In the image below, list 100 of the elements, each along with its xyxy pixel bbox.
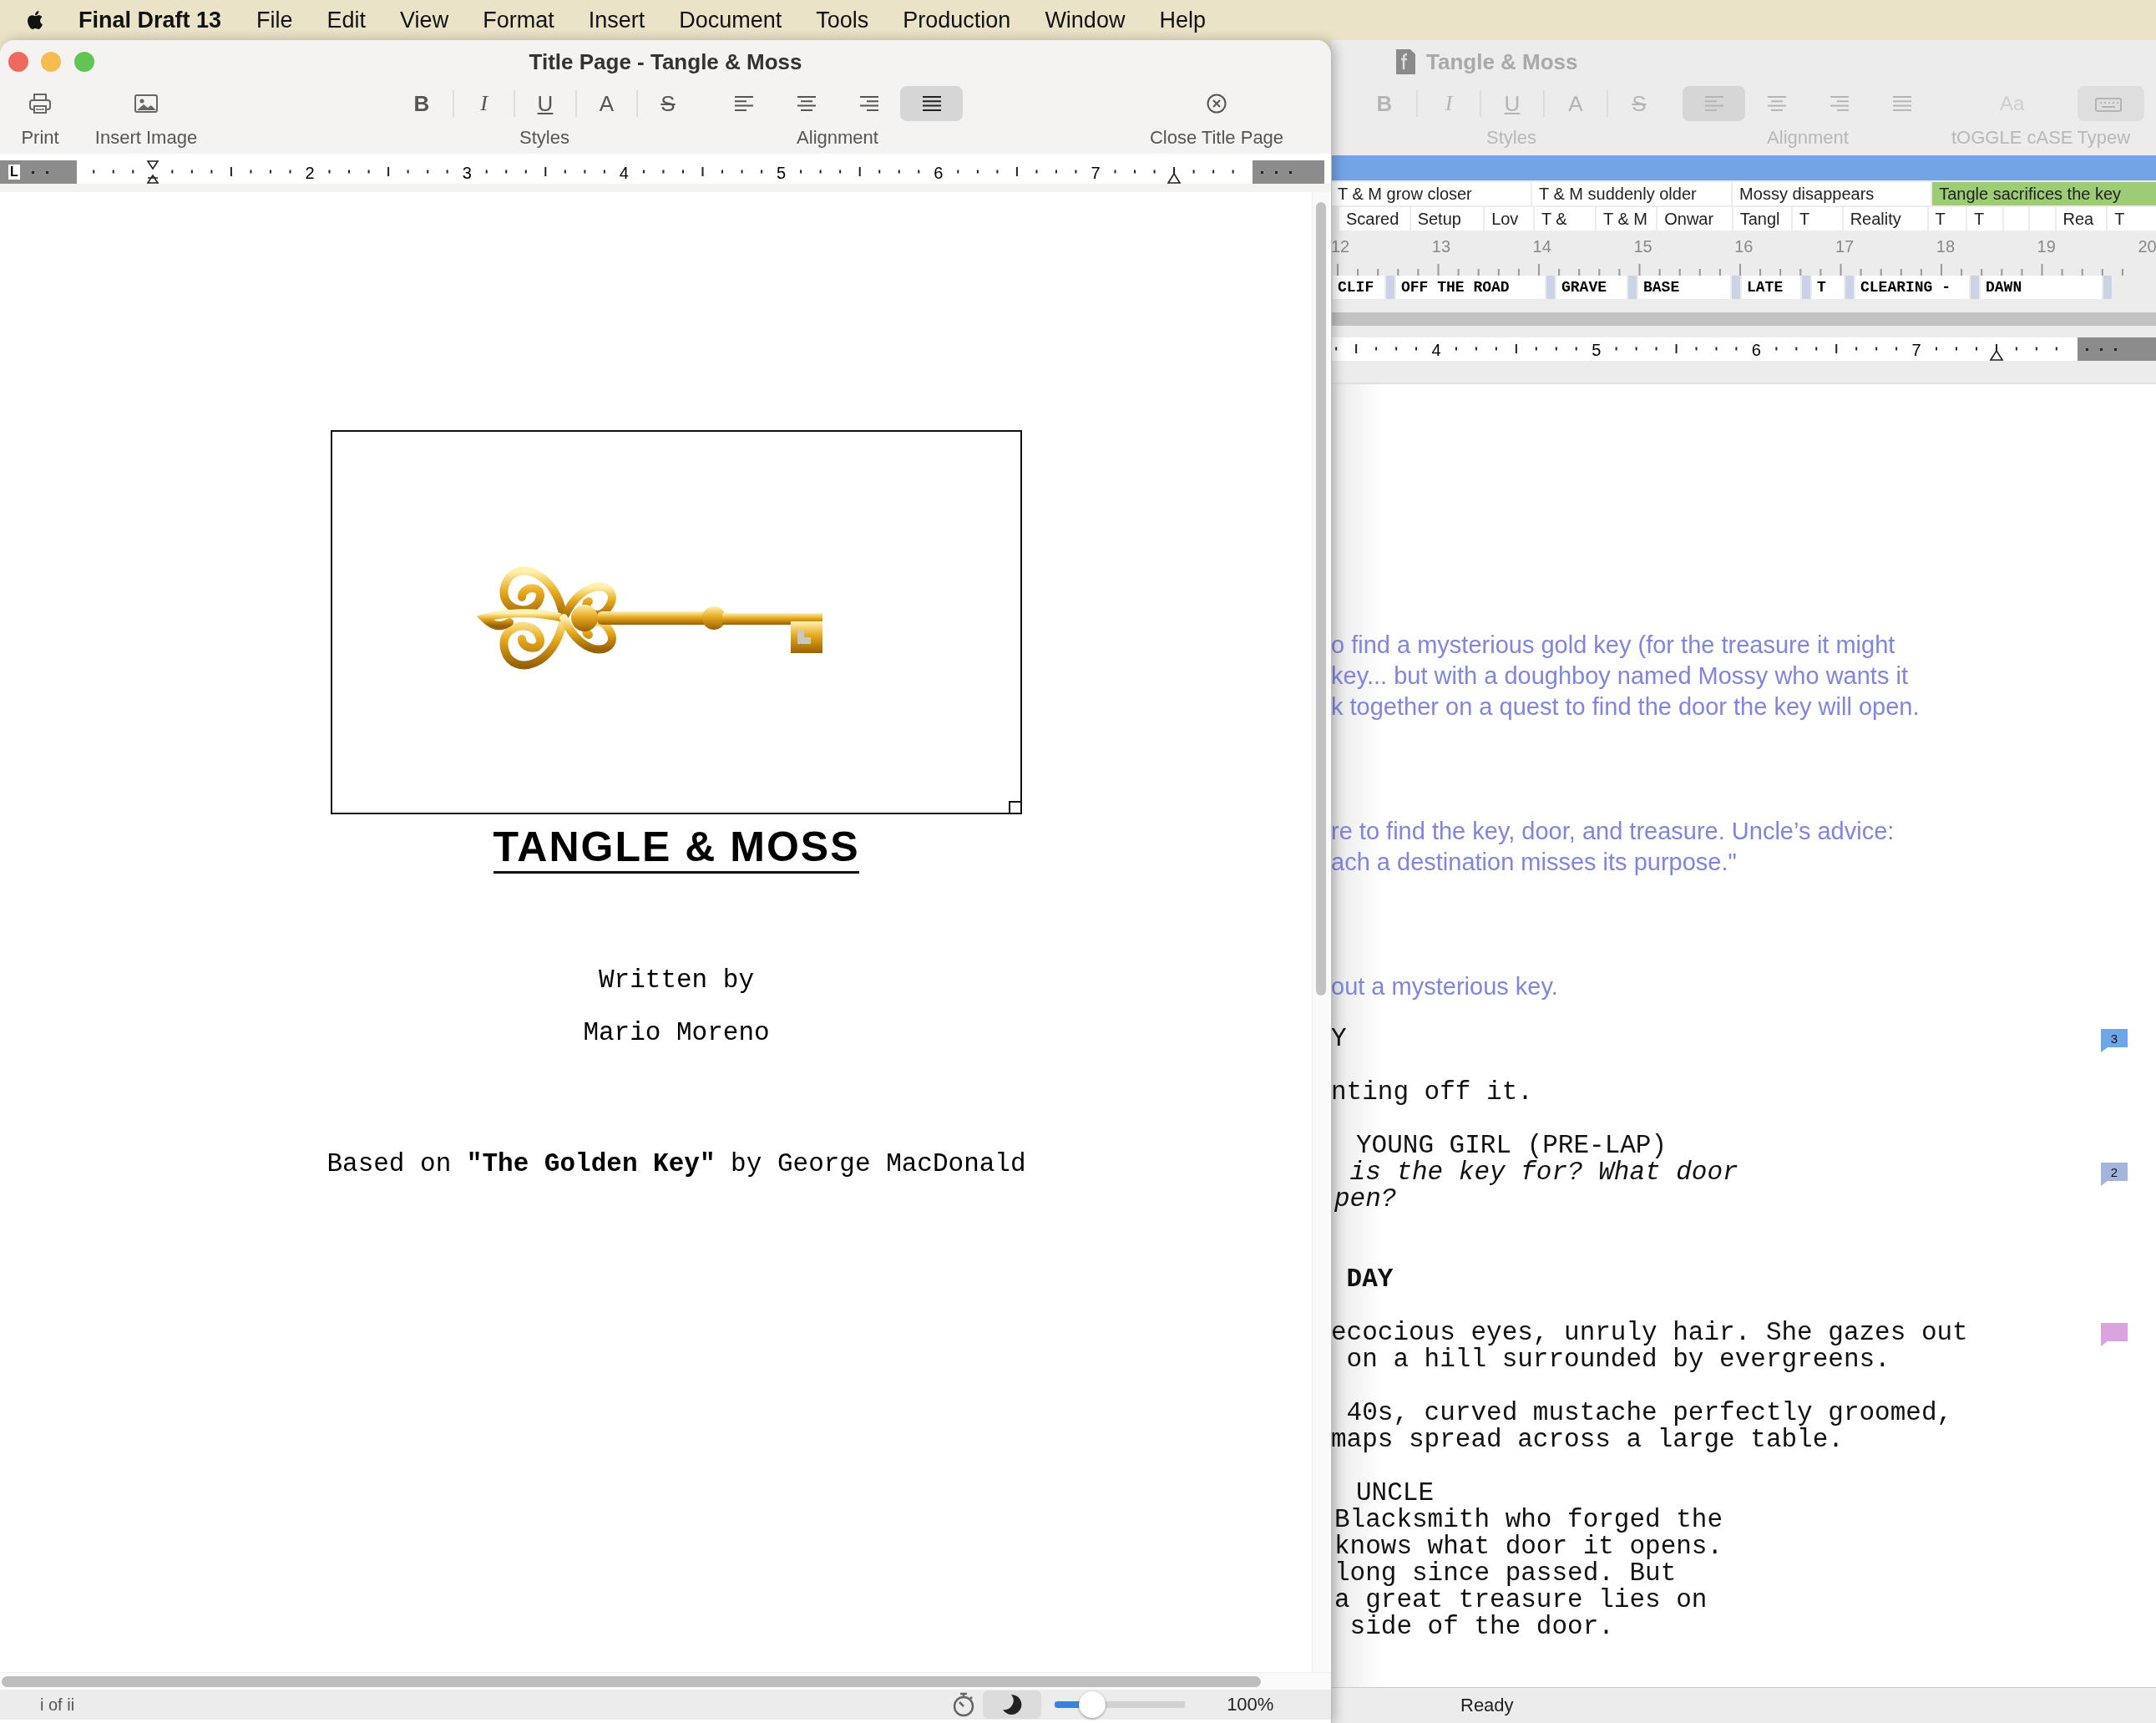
align-left-icon bbox=[1703, 95, 1725, 112]
script-line: Blacksmith who forged the bbox=[1334, 1507, 1723, 1533]
close-window-button[interactable] bbox=[8, 52, 28, 72]
align-center-icon bbox=[1765, 95, 1788, 112]
source-credit: Based on "The Golden Key" by George MacDonald bbox=[326, 1149, 1026, 1178]
index-card[interactable]: Scared bbox=[1339, 207, 1409, 231]
menu-item[interactable]: Tools bbox=[816, 7, 869, 33]
zoom-slider-thumb[interactable] bbox=[1079, 1691, 1106, 1718]
window-title: Title Page - Tangle & Moss bbox=[529, 48, 802, 75]
close-icon[interactable] bbox=[1206, 93, 1227, 114]
format-button[interactable]: I bbox=[452, 90, 514, 117]
apple-icon[interactable] bbox=[25, 9, 43, 31]
script-line: YOUNG GIRL (PRE-LAP) bbox=[1356, 1133, 1668, 1159]
comment-marker[interactable]: 3 bbox=[2101, 1029, 2128, 1052]
scene-block[interactable]: LATE bbox=[1742, 276, 1800, 299]
ruler-number: 4 bbox=[619, 164, 629, 182]
resize-handle[interactable] bbox=[1009, 801, 1022, 814]
scene-block[interactable]: DAWN bbox=[1981, 276, 2102, 299]
menu-item[interactable]: Document bbox=[679, 7, 782, 33]
scene-block[interactable]: CLIF bbox=[1333, 276, 1384, 299]
scene-block[interactable]: CLEARING - bbox=[1855, 276, 1969, 299]
index-card[interactable]: Setup bbox=[1410, 207, 1484, 231]
format-button[interactable]: B bbox=[391, 90, 453, 117]
script-line: k together on a quest to find the door the key will open. bbox=[1331, 692, 1920, 722]
script-line: UNCLE bbox=[1356, 1480, 1434, 1507]
index-card[interactable]: T bbox=[2108, 207, 2156, 231]
menu-item[interactable]: View bbox=[400, 7, 449, 33]
printer-icon[interactable] bbox=[28, 93, 52, 114]
index-card[interactable]: T bbox=[1966, 207, 2003, 231]
horizontal-scrollbar[interactable] bbox=[0, 1672, 1331, 1690]
index-card[interactable]: Reality bbox=[1843, 207, 1927, 231]
night-mode-toggle[interactable] bbox=[983, 1690, 1042, 1719]
indent-marker-icon[interactable] bbox=[147, 160, 159, 184]
app-menu[interactable]: Final Draft 13 bbox=[78, 7, 222, 33]
align-left-icon bbox=[732, 95, 755, 112]
toolbar-label[interactable]: Insert Image bbox=[94, 127, 198, 149]
beat-card[interactable]: Tangle sacrifices the key bbox=[1932, 182, 2156, 205]
script-line: 40s, curved mustache perfectly groomed, bbox=[1345, 1400, 1953, 1427]
menu-item[interactable]: File bbox=[256, 7, 293, 33]
script-line: long since passed. But bbox=[1334, 1560, 1677, 1587]
beat-card[interactable]: T & M suddenly older bbox=[1532, 182, 1732, 205]
index-card[interactable]: T bbox=[1792, 207, 1842, 231]
scene-block[interactable]: T bbox=[1812, 276, 1844, 299]
scene-block[interactable]: GRAVE bbox=[1556, 276, 1627, 299]
beat-card[interactable]: T & M grow closer bbox=[1331, 182, 1531, 205]
beat-card[interactable]: Mossy disappears bbox=[1733, 182, 1931, 205]
script-title: TANGLE & MOSS bbox=[493, 823, 860, 874]
align-justify-icon bbox=[920, 95, 943, 112]
script-line: ach a destination misses its purpose." bbox=[1331, 848, 1737, 877]
zoom-window-button[interactable] bbox=[74, 52, 94, 72]
timeline-number: 15 bbox=[1633, 237, 1653, 257]
ruler-number: 4 bbox=[1431, 341, 1441, 359]
credit-line: Written by bbox=[599, 965, 754, 995]
timeline-number: 14 bbox=[1532, 237, 1552, 257]
align-button[interactable] bbox=[900, 86, 963, 121]
menu-item[interactable]: Production bbox=[903, 7, 1011, 33]
index-card[interactable]: T bbox=[1928, 207, 1966, 231]
format-button[interactable]: S bbox=[636, 90, 698, 117]
ruler-number: 5 bbox=[777, 164, 787, 182]
align-right-icon bbox=[858, 95, 880, 112]
index-card[interactable]: T & bbox=[1534, 207, 1596, 231]
toolbar-label[interactable]: Print bbox=[21, 127, 59, 149]
scene-block[interactable]: BASE bbox=[1638, 276, 1730, 299]
ruler-number: 2 bbox=[305, 164, 315, 182]
index-card[interactable]: Onwar bbox=[1657, 207, 1732, 231]
zoom-percentage: 100% bbox=[1227, 1694, 1274, 1715]
menu-item[interactable]: Window bbox=[1045, 7, 1126, 33]
scene-block[interactable]: OFF THE ROAD bbox=[1396, 276, 1545, 299]
image-icon[interactable] bbox=[134, 94, 159, 114]
timeline-number: 16 bbox=[1734, 237, 1754, 257]
script-line: re to find the key, door, and treasure. Uncle’s advice: bbox=[1331, 817, 1895, 846]
vertical-scrollbar[interactable] bbox=[1312, 192, 1329, 1672]
menu-item[interactable]: Help bbox=[1159, 7, 1206, 33]
window-title: Tangle & Moss bbox=[1426, 48, 1578, 75]
toolbar-label: Alignment bbox=[797, 127, 878, 149]
ruler-number: 3 bbox=[462, 164, 472, 182]
margin-marker-icon[interactable] bbox=[1990, 347, 2003, 361]
timeline-number: 12 bbox=[1331, 237, 1351, 257]
format-button[interactable]: U bbox=[514, 90, 575, 117]
toolbar-label[interactable]: Close Title Page bbox=[1149, 127, 1284, 149]
script-line: Y bbox=[1331, 1026, 1347, 1052]
ruler-number: 7 bbox=[1091, 164, 1101, 182]
menu-item[interactable]: Format bbox=[483, 7, 554, 33]
align-right-icon bbox=[1828, 95, 1850, 112]
index-card[interactable]: Rea bbox=[2056, 207, 2107, 231]
index-card[interactable]: T & M bbox=[1597, 207, 1657, 231]
format-button[interactable]: A bbox=[574, 90, 637, 117]
menu-item[interactable]: Insert bbox=[588, 7, 645, 33]
author-name: Mario Moreno bbox=[583, 1018, 770, 1047]
comment-marker[interactable] bbox=[2101, 1323, 2128, 1346]
page-indicator: i of ii bbox=[40, 1695, 75, 1715]
index-card[interactable]: Tangl bbox=[1733, 207, 1791, 231]
menu-item[interactable]: Edit bbox=[326, 7, 367, 33]
index-card[interactable]: Lov bbox=[1485, 207, 1533, 231]
comment-marker[interactable]: 2 bbox=[2101, 1163, 2128, 1186]
tab-stop-button[interactable]: L bbox=[8, 165, 20, 180]
script-line: o find a mysterious gold key (for the treasure it might bbox=[1331, 631, 1895, 660]
margin-marker-icon[interactable] bbox=[1167, 170, 1181, 184]
document-icon bbox=[1394, 48, 1416, 75]
script-line: on a hill surrounded by evergreens. bbox=[1345, 1346, 1890, 1373]
